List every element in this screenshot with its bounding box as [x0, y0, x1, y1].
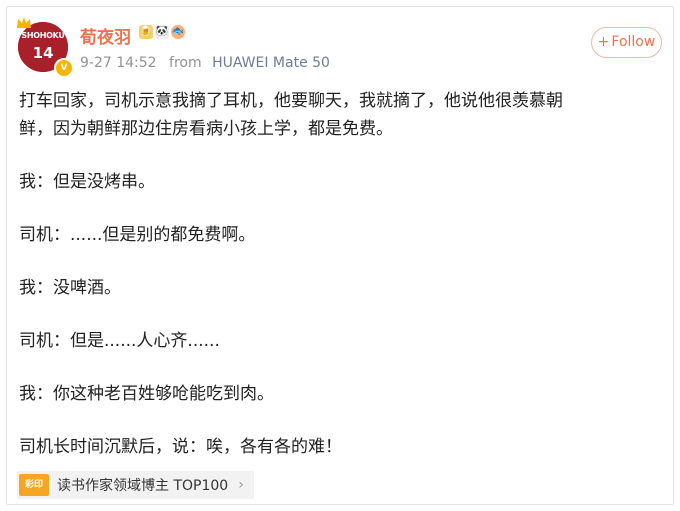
post-card: SHOHOKU 14 V 荀夜羽 🍺 🐼 🐟 9-27 14:52 from H…	[6, 6, 674, 505]
follow-label: Follow	[611, 34, 656, 50]
author-name[interactable]: 荀夜羽	[80, 23, 131, 48]
honor-tag[interactable]: 彩印 读书作家领域博主 TOP100 ›	[17, 471, 254, 499]
post-paragraph: 我：没啤酒。	[19, 278, 121, 298]
post-paragraph: 我：但是没烤串。	[19, 172, 155, 192]
honor-badge-icon: 彩印	[19, 474, 49, 496]
post-paragraph: 司机长时间沉默后，说：唉，各有各的难！	[19, 437, 342, 457]
post-paragraph: 我：你这种老百姓够呛能吃到肉。	[19, 384, 274, 404]
post-timestamp[interactable]: 9-27 14:52	[80, 55, 157, 71]
chevron-right-icon: ›	[238, 477, 244, 493]
honor-tag-text: 读书作家领域博主 TOP100	[57, 478, 229, 494]
post-paragraph: 打车回家，司机示意我摘了耳机，他要聊天，我就摘了，他说他很羡慕朝	[19, 91, 563, 111]
from-label: from	[169, 55, 202, 71]
plus-icon: +	[597, 34, 610, 50]
post-paragraph: 司机：但是......人心齐......	[19, 331, 220, 351]
post-content: 打车回家，司机示意我摘了耳机，他要聊天，我就摘了，他说他很羡慕朝 鲜，因为朝鲜那…	[19, 87, 664, 461]
avatar-jersey-text: SHOHOKU	[21, 31, 65, 40]
user-badges: 🍺 🐼 🐟	[139, 25, 185, 39]
avatar[interactable]: SHOHOKU 14 V	[17, 17, 74, 78]
crown-icon	[17, 17, 31, 28]
beer-badge-icon[interactable]: 🍺	[139, 25, 153, 39]
post-paragraph: 鲜，因为朝鲜那边住房看病小孩上学，都是免费。	[19, 119, 393, 139]
verified-badge-icon: V	[54, 58, 74, 78]
post-source[interactable]: HUAWEI Mate 50	[212, 55, 330, 71]
post-meta: 9-27 14:52 from HUAWEI Mate 50	[80, 55, 330, 71]
panda-badge-icon[interactable]: 🐼	[155, 25, 169, 39]
follow-button[interactable]: + Follow	[591, 27, 662, 58]
fish-badge-icon[interactable]: 🐟	[171, 25, 185, 39]
post-paragraph: 司机：......但是别的都免费啊。	[19, 225, 256, 245]
